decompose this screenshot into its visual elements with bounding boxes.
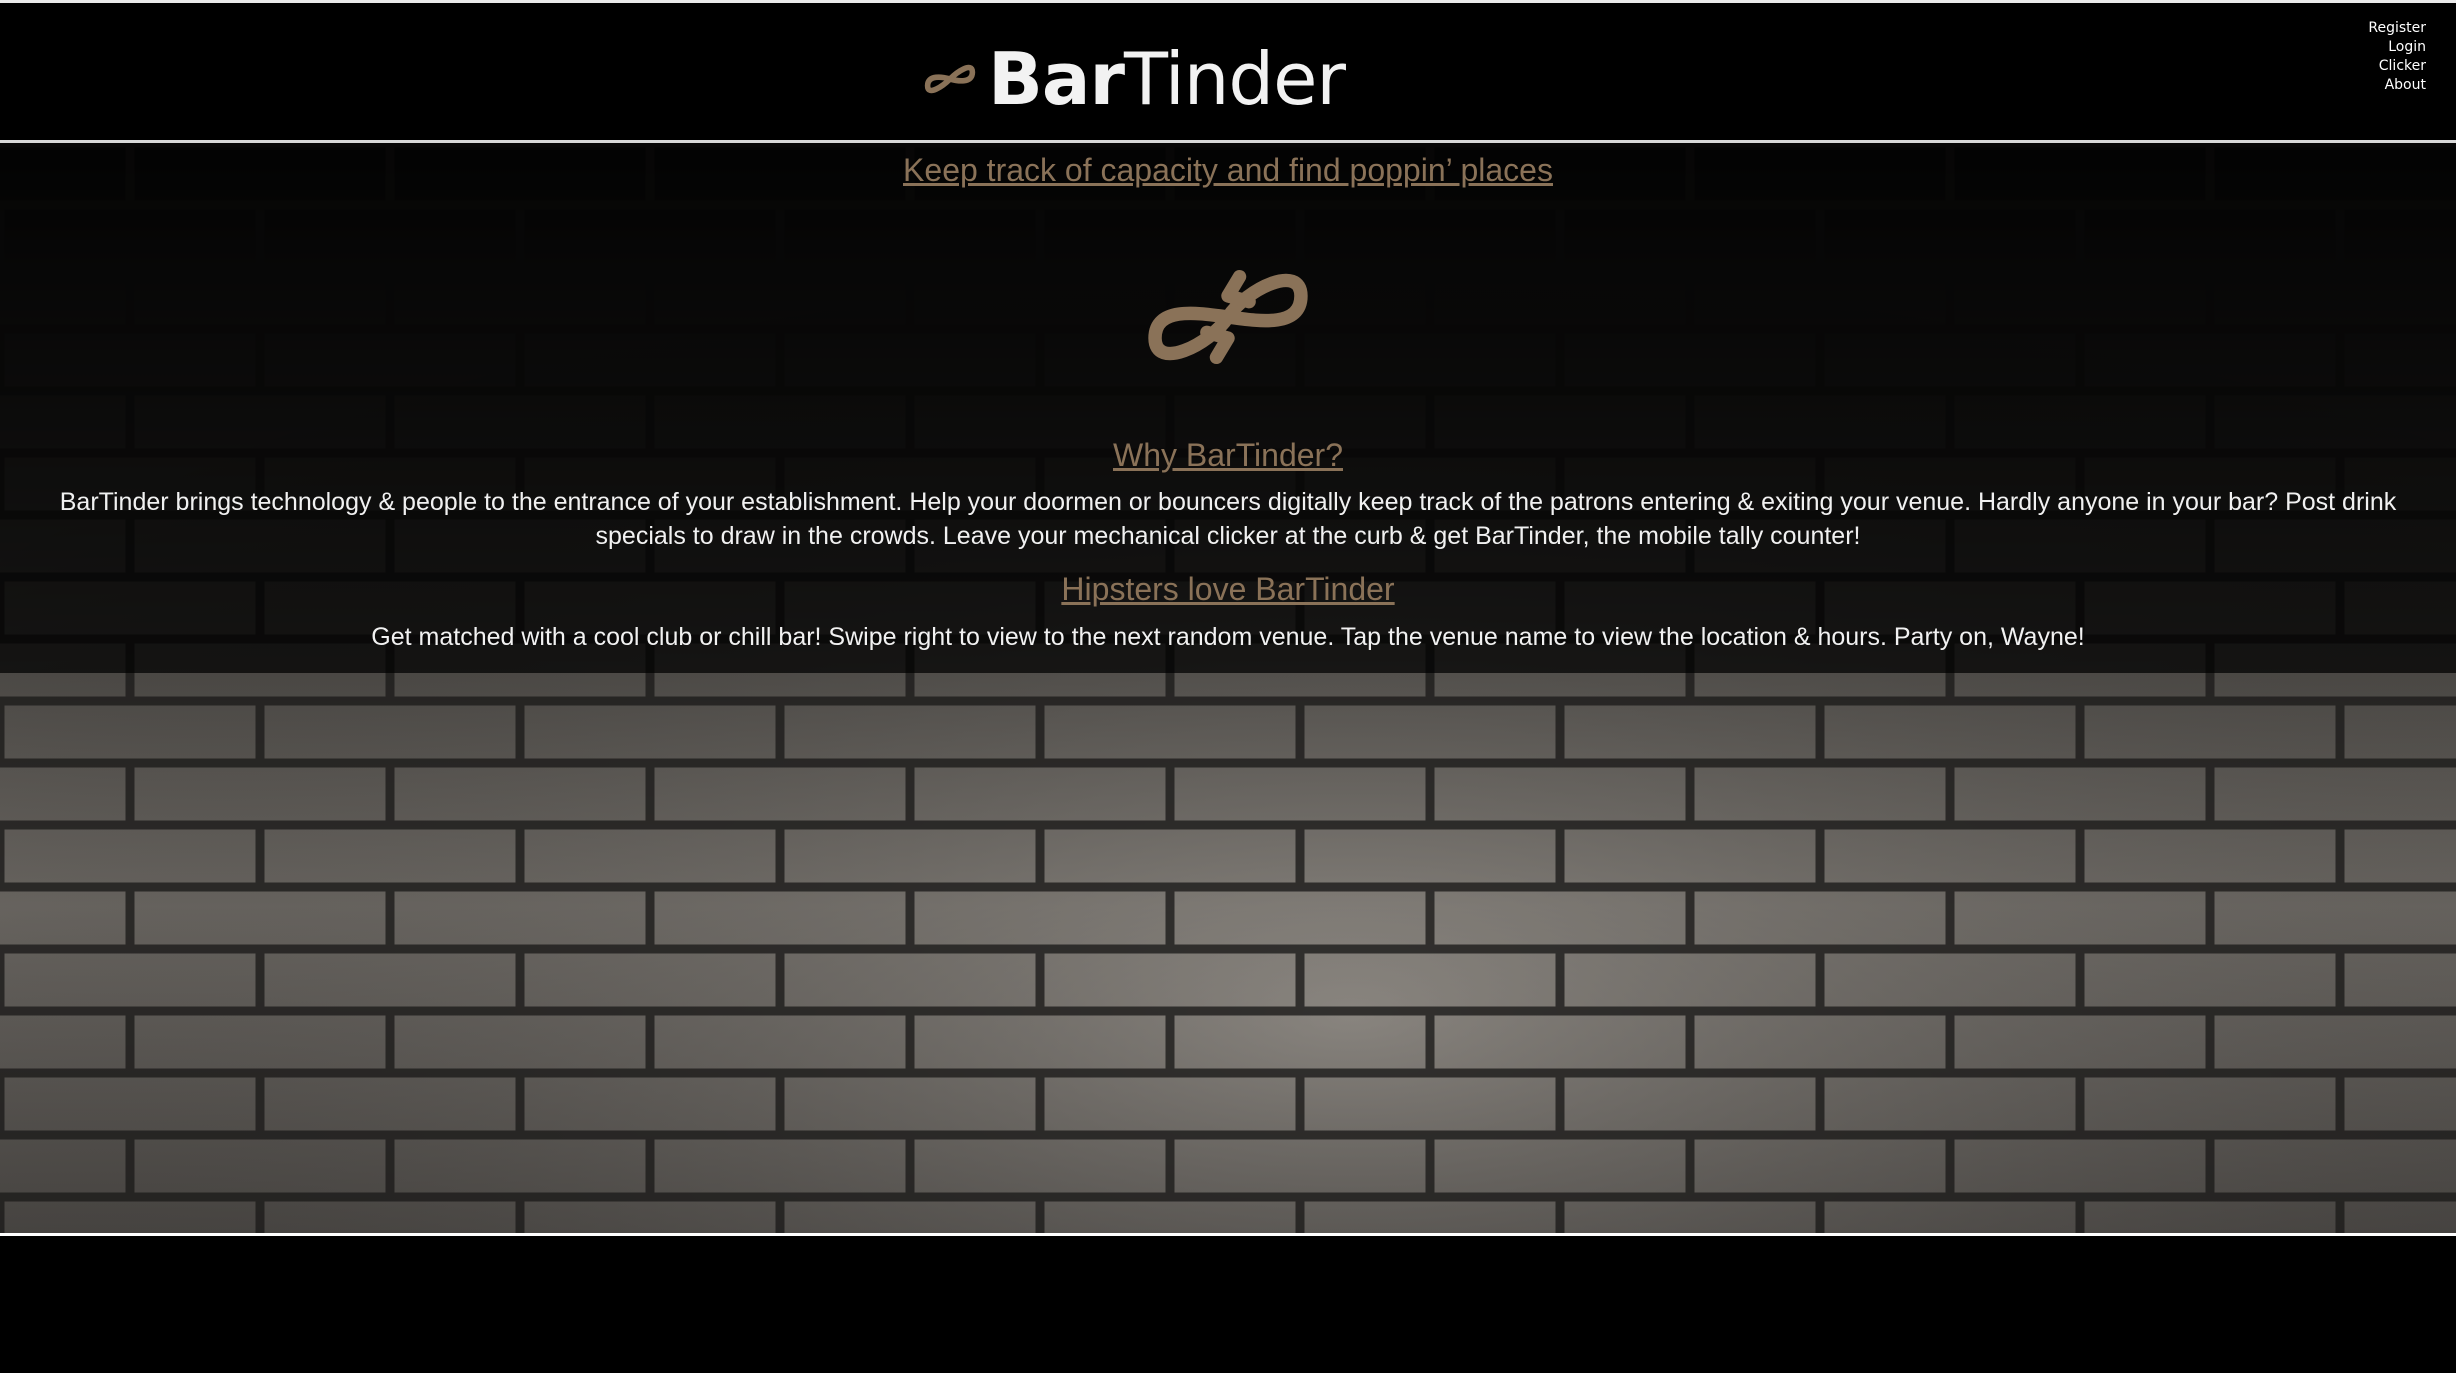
nav-login-link[interactable]: Login <box>2368 38 2426 57</box>
hipsters-link[interactable]: Hipsters love BarTinder <box>1061 571 1394 607</box>
why-link[interactable]: Why BarTinder? <box>1113 437 1343 473</box>
footer <box>0 1236 2456 1373</box>
infinity-arrows-icon <box>1148 269 1308 365</box>
brand-logo[interactable]: BarTinder <box>922 39 1346 119</box>
page: BarTinder Register Login Clicker About K… <box>0 0 2456 1373</box>
brand-bold-text: Bar <box>988 37 1125 121</box>
nav-about-link[interactable]: About <box>2368 76 2426 95</box>
intro-panel: Keep track of capacity and find poppin’ … <box>0 143 2456 673</box>
why-heading[interactable]: Why BarTinder? <box>0 435 2456 475</box>
tagline-heading[interactable]: Keep track of capacity and find poppin’ … <box>0 150 2456 190</box>
tagline-link[interactable]: Keep track of capacity and find poppin’ … <box>903 152 1553 188</box>
why-description: BarTinder brings technology & people to … <box>59 488 2397 550</box>
hipsters-heading[interactable]: Hipsters love BarTinder <box>0 569 2456 609</box>
site-header: BarTinder Register Login Clicker About <box>0 3 2456 143</box>
nav-clicker-link[interactable]: Clicker <box>2368 57 2426 76</box>
brand-wordmark: BarTinder <box>988 43 1346 115</box>
brand-light-text: Tinder <box>1123 37 1346 121</box>
nav-register-link[interactable]: Register <box>2368 19 2426 38</box>
infinity-arrows-icon <box>924 64 976 94</box>
hipsters-description: Get matched with a cool club or chill ba… <box>371 623 2085 651</box>
top-nav: Register Login Clicker About <box>2368 19 2426 95</box>
